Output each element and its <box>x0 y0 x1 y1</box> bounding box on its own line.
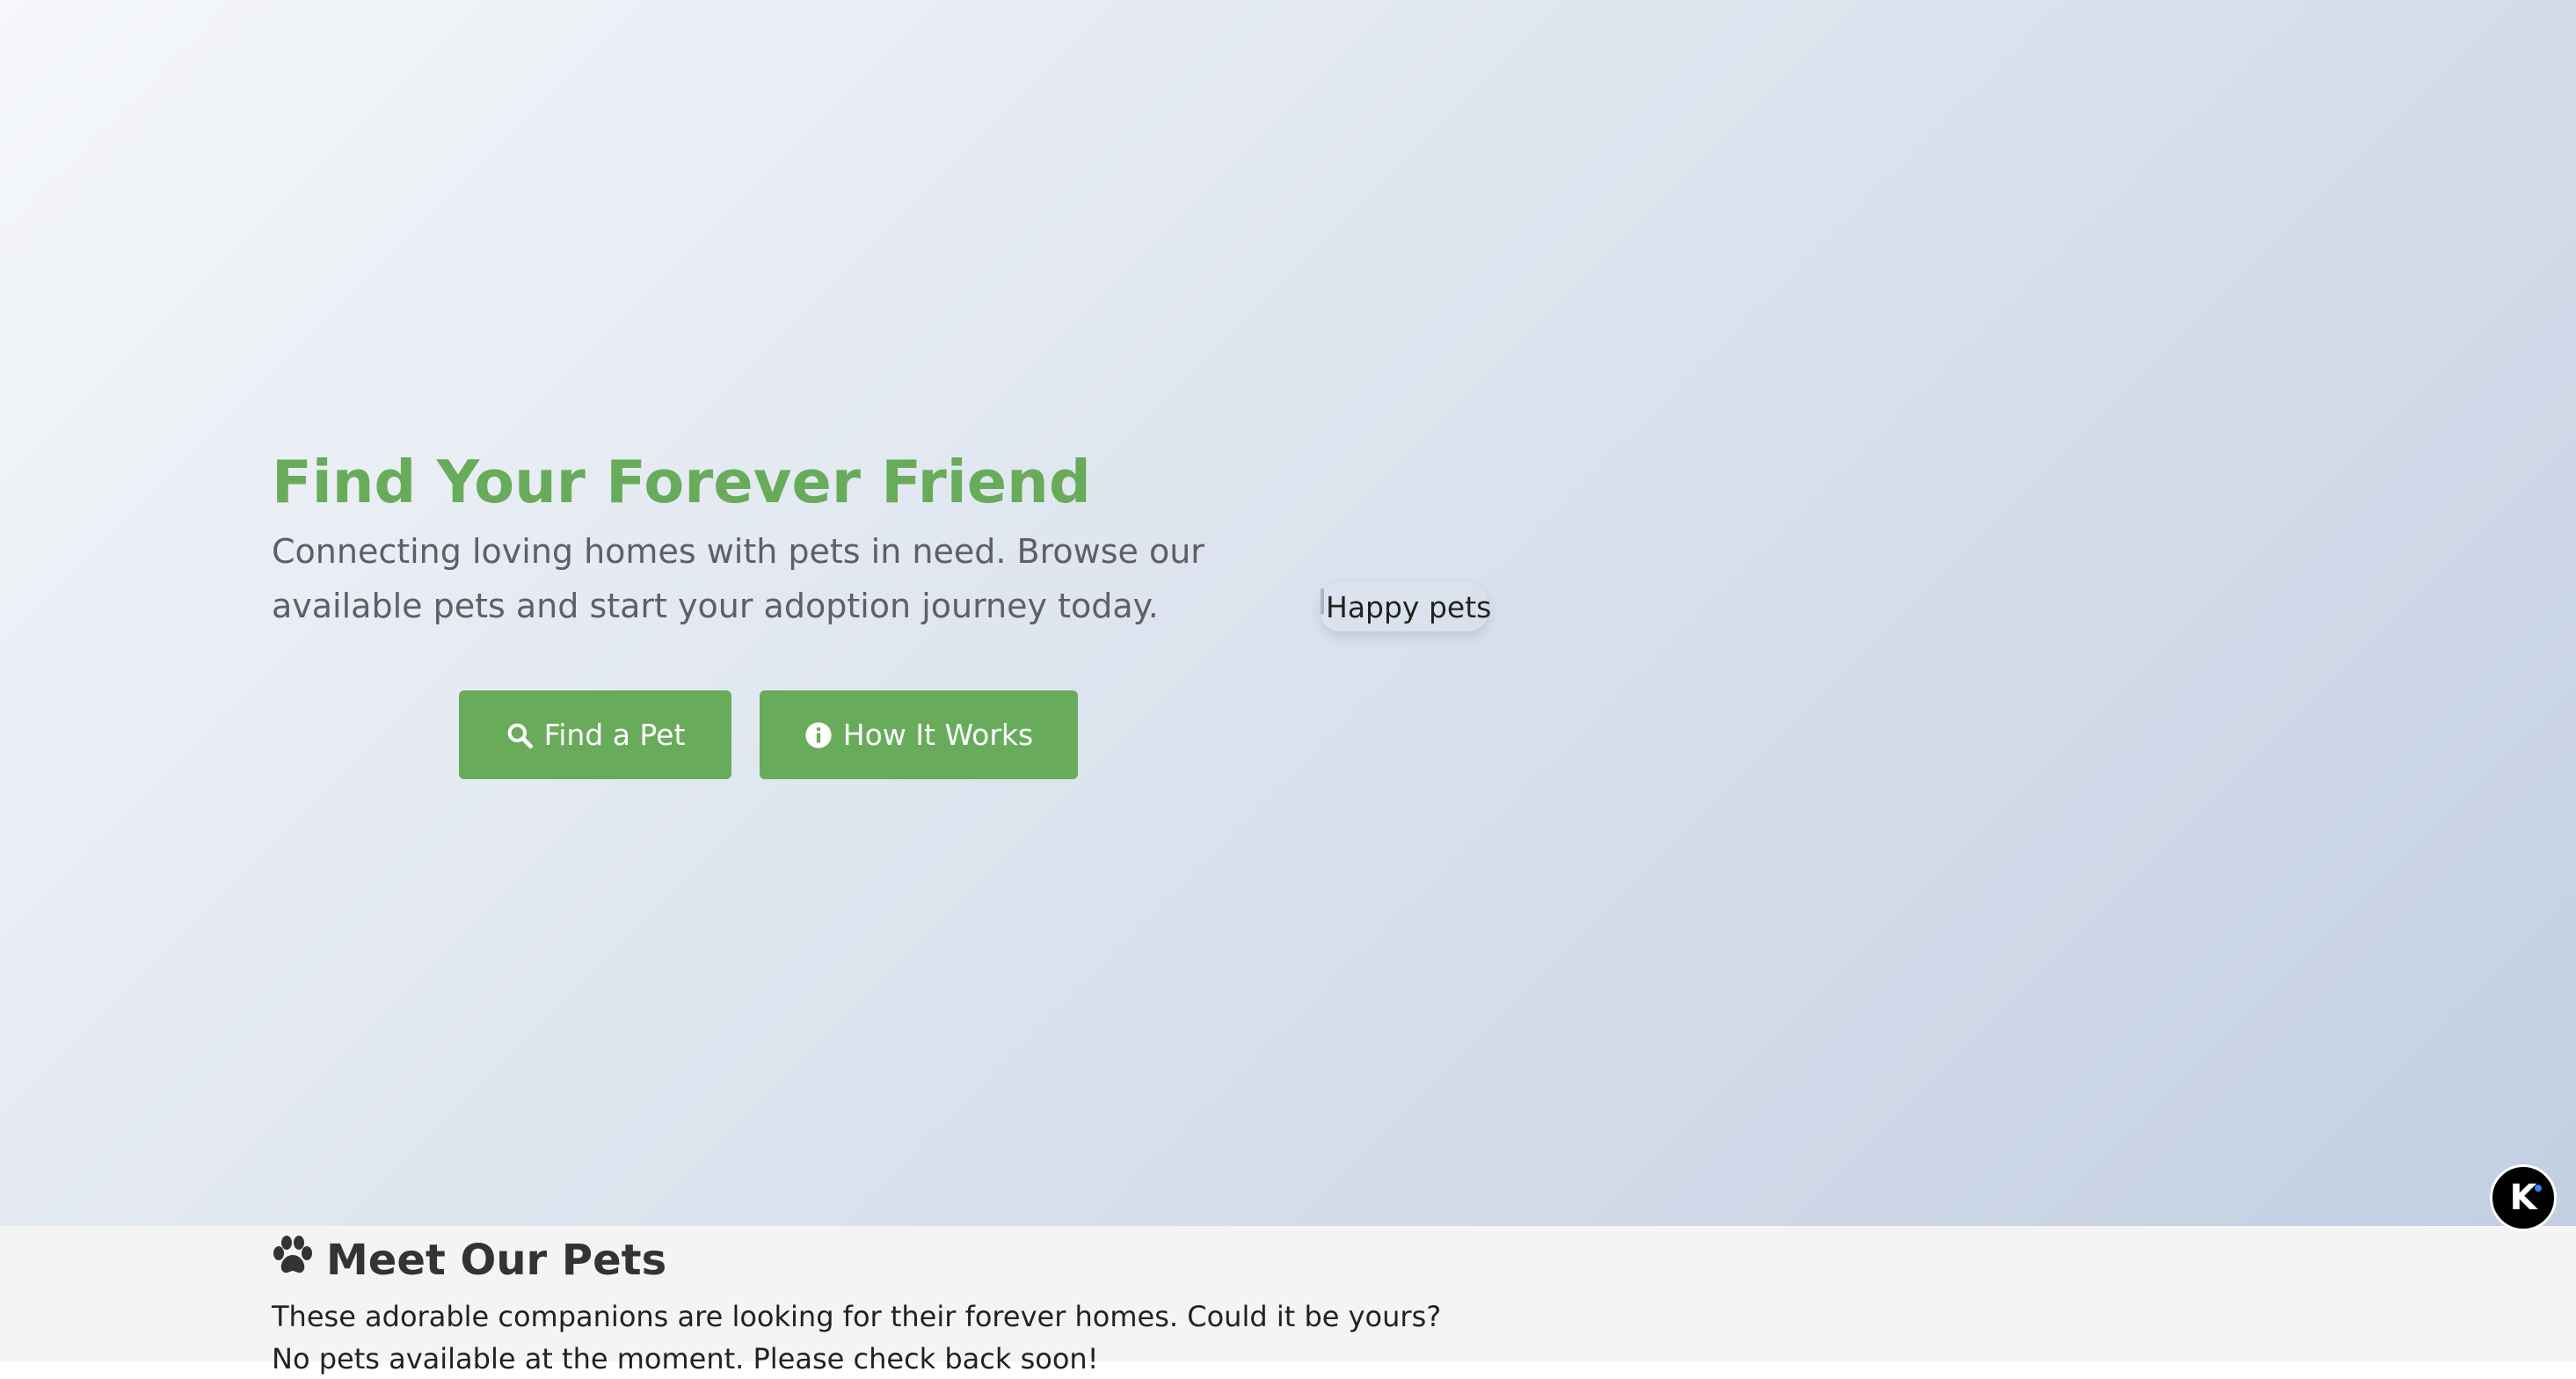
how-it-works-label: How It Works <box>842 718 1034 752</box>
chat-widget-button[interactable]: K <box>2490 1164 2557 1231</box>
pets-empty-message: No pets available at the moment. Please … <box>272 1342 1099 1375</box>
info-icon <box>804 721 833 749</box>
search-icon <box>506 721 534 749</box>
hero-title: Find Your Forever Friend <box>272 448 1091 516</box>
broken-image-icon <box>1321 588 1324 615</box>
pets-description: These adorable companions are looking fo… <box>272 1300 1442 1333</box>
hero-section: Find Your Forever Friend Connecting lovi… <box>0 0 2576 1226</box>
pets-title: Meet Our Pets <box>272 1234 666 1287</box>
pets-title-text: Meet Our Pets <box>326 1236 667 1285</box>
hero-image-alt: Happy pets <box>1326 589 1492 624</box>
find-a-pet-label: Find a Pet <box>543 718 686 752</box>
how-it-works-button[interactable]: How It Works <box>760 690 1078 779</box>
hero-image: Happy pets <box>1321 582 1492 631</box>
chat-widget-logo: K <box>2509 1178 2537 1218</box>
hero-subtitle: Connecting loving homes with pets in nee… <box>272 532 1204 625</box>
find-a-pet-button[interactable]: Find a Pet <box>459 690 731 779</box>
paw-icon <box>272 1234 314 1287</box>
notification-dot <box>2535 1185 2542 1192</box>
